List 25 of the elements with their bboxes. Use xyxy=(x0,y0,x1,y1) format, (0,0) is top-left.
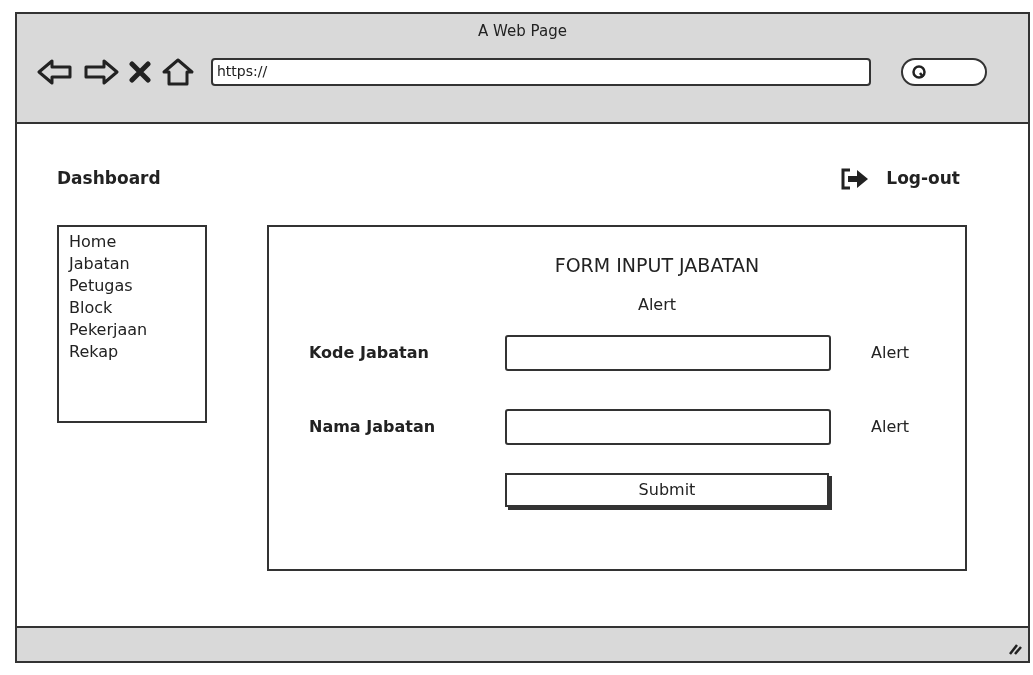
menu-item[interactable]: Petugas xyxy=(69,274,133,297)
search-field[interactable] xyxy=(901,57,987,86)
field-label: Nama Jabatan xyxy=(308,416,437,438)
forward-arrow-icon[interactable] xyxy=(83,57,119,86)
form-title: FORM INPUT JABATAN xyxy=(554,252,760,278)
alert-text: Alert xyxy=(637,294,677,316)
alert-text: Alert xyxy=(871,416,910,438)
close-icon[interactable] xyxy=(129,60,151,83)
menu-item[interactable]: Pekerjaan xyxy=(69,318,148,341)
menu-item[interactable]: Home xyxy=(69,230,117,253)
page-title: Dashboard xyxy=(57,167,161,190)
input-field[interactable] xyxy=(505,335,831,371)
field-label: Kode Jabatan xyxy=(308,342,430,364)
alert-text: Alert xyxy=(871,342,910,364)
search-icon xyxy=(911,63,927,80)
address-field[interactable]: https:// xyxy=(211,57,871,86)
submit-button[interactable]: Submit xyxy=(505,473,829,507)
logout-link[interactable]: Log-out xyxy=(886,166,960,192)
window-title: A Web Page xyxy=(478,21,567,42)
input-field[interactable] xyxy=(505,409,831,445)
menu-item[interactable]: Jabatan xyxy=(69,252,130,275)
menu-item[interactable]: Rekap xyxy=(69,340,119,363)
back-arrow-icon[interactable] xyxy=(37,57,73,86)
menu-item[interactable]: Block xyxy=(69,296,113,319)
home-icon[interactable] xyxy=(161,56,195,87)
